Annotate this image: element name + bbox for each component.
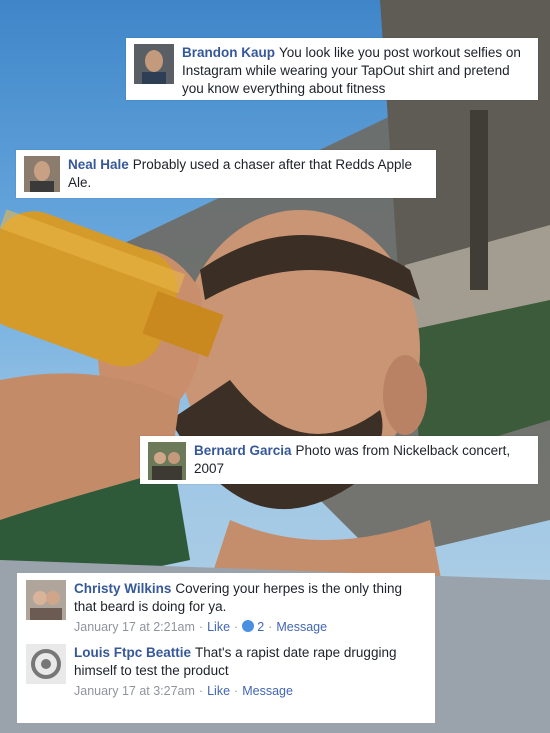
like-link[interactable]: Like (207, 620, 230, 634)
comment-author[interactable]: Bernard Garcia (194, 443, 292, 458)
message-link[interactable]: Message (242, 684, 293, 698)
timestamp[interactable]: January 17 at 2:21am (74, 620, 195, 634)
avatar[interactable] (26, 580, 66, 620)
like-link[interactable]: Like (207, 684, 230, 698)
avatar[interactable] (134, 44, 174, 84)
avatar[interactable] (24, 156, 60, 192)
comment-meta: January 17 at 2:21am · Like · 2 · Message (74, 620, 328, 634)
comment-neal: Neal Hale Probably used a chaser after th… (16, 150, 436, 198)
reaction-count[interactable]: 2 (257, 620, 264, 634)
timestamp[interactable]: January 17 at 3:27am (74, 684, 195, 698)
comment-christy: Christy Wilkins Covering your herpes is t… (26, 580, 426, 636)
comment-thread-panel: Christy Wilkins Covering your herpes is t… (17, 573, 435, 723)
avatar[interactable] (26, 644, 66, 684)
comment-author[interactable]: Louis Ftpc Beattie (74, 645, 191, 660)
meme-image: Brandon Kaup You look like you post worko… (0, 0, 550, 733)
comment-author[interactable]: Christy Wilkins (74, 581, 171, 596)
comment-bernard: Bernard Garcia Photo was from Nickelback … (140, 436, 538, 484)
reaction-icon[interactable] (242, 620, 255, 632)
comment-author[interactable]: Brandon Kaup (182, 45, 275, 60)
comment-meta: January 17 at 3:27am · Like · Message (74, 684, 293, 698)
comment-author[interactable]: Neal Hale (68, 157, 129, 172)
avatar[interactable] (148, 442, 186, 480)
message-link[interactable]: Message (276, 620, 327, 634)
comment-brandon: Brandon Kaup You look like you post worko… (126, 38, 538, 100)
comment-louis: Louis Ftpc Beattie That's a rapist date r… (26, 644, 426, 700)
